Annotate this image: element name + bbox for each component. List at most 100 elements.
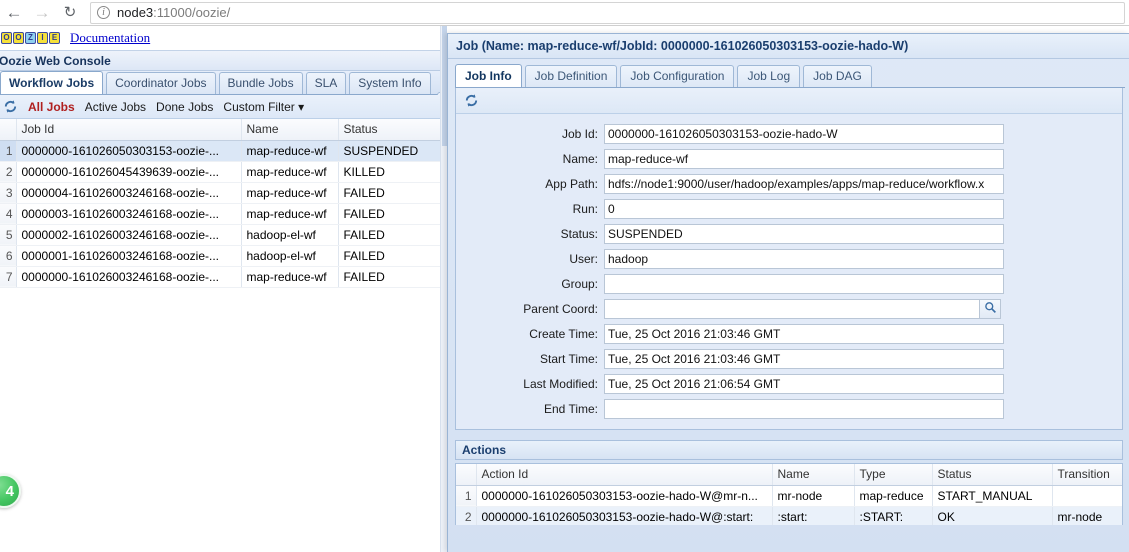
header-job-id[interactable]: Job Id — [16, 119, 242, 141]
table-header-row: Action Id Name Type Status Transition — [456, 464, 1122, 486]
field-row-status: Status: SUSPENDED — [456, 223, 1122, 245]
label-start-time: Start Time: — [539, 352, 598, 366]
cell-job-id[interactable]: 0000004-161026003246168-oozie-... — [16, 182, 242, 204]
reload-button[interactable]: ↻ — [56, 1, 84, 25]
workflow-jobs-table: Job Id Name Status 1 0000000-16102605030… — [0, 119, 447, 288]
label-app-path: App Path: — [545, 177, 598, 191]
filter-all-jobs[interactable]: All Jobs — [28, 100, 75, 114]
documentation-link[interactable]: Documentation — [70, 30, 150, 46]
tab-coordinator-jobs[interactable]: Coordinator Jobs — [106, 72, 216, 94]
parent-coord-search-button[interactable] — [979, 299, 1001, 319]
cell-job-id[interactable]: 0000002-161026003246168-oozie-... — [16, 224, 242, 246]
page-scrollbar[interactable] — [440, 26, 447, 552]
table-row[interactable]: 6 0000001-161026003246168-oozie-... hado… — [0, 245, 447, 267]
cell-name: map-reduce-wf — [241, 182, 339, 204]
cell-job-id[interactable]: 0000003-161026003246168-oozie-... — [16, 203, 242, 225]
filter-custom-filter[interactable]: Custom Filter ▾ — [223, 100, 304, 114]
table-row[interactable]: 2 0000000-161026050303153-oozie-hado-W@:… — [456, 506, 1122, 525]
logo-tile: E — [49, 32, 60, 44]
cell-type: :START: — [854, 506, 933, 525]
tab-job-definition[interactable]: Job Definition — [524, 65, 618, 87]
label-end-time: End Time: — [543, 402, 598, 416]
input-group[interactable] — [604, 274, 1004, 294]
filter-done-jobs[interactable]: Done Jobs — [156, 100, 213, 114]
cell-name: :start: — [772, 506, 855, 525]
header-action-id[interactable]: Action Id — [476, 464, 773, 486]
table-row[interactable]: 7 0000000-161026003246168-oozie-... map-… — [0, 266, 447, 288]
logo-tile: I — [37, 32, 48, 44]
cell-status: OK — [932, 506, 1053, 525]
cell-action-id[interactable]: 0000000-161026050303153-oozie-hado-W@:st… — [476, 506, 773, 525]
row-number: 3 — [0, 182, 17, 204]
table-header-row: Job Id Name Status — [0, 119, 447, 141]
row-number: 2 — [0, 161, 17, 183]
table-row[interactable]: 2 0000000-161026045439639-oozie-... map-… — [0, 161, 447, 183]
row-number: 4 — [0, 203, 17, 225]
row-number: 6 — [0, 245, 17, 267]
jobs-filter-bar: All Jobs Active Jobs Done Jobs Custom Fi… — [0, 95, 447, 119]
input-start-time[interactable]: Tue, 25 Oct 2016 21:03:46 GMT — [604, 349, 1004, 369]
row-number: 5 — [0, 224, 17, 246]
address-bar[interactable]: i node3:11000/oozie/ — [90, 1, 1125, 24]
status-badge[interactable]: 4 — [0, 474, 21, 508]
job-info-toolbar — [456, 88, 1122, 114]
tab-system-info[interactable]: System Info — [349, 72, 431, 94]
cell-name: map-reduce-wf — [241, 203, 339, 225]
filter-active-jobs[interactable]: Active Jobs — [85, 100, 146, 114]
label-user: User: — [569, 252, 598, 266]
input-status[interactable]: SUSPENDED — [604, 224, 1004, 244]
label-status: Status: — [560, 227, 598, 241]
tab-workflow-jobs[interactable]: Workflow Jobs — [0, 71, 104, 94]
header-status[interactable]: Status — [932, 464, 1053, 486]
refresh-icon[interactable] — [3, 99, 18, 114]
cell-job-id[interactable]: 0000000-161026045439639-oozie-... — [16, 161, 242, 183]
field-row-create-time: Create Time: Tue, 25 Oct 2016 21:03:46 G… — [456, 323, 1122, 345]
forward-button[interactable]: → — [28, 1, 56, 25]
label-create-time: Create Time: — [529, 327, 598, 341]
actions-section-title: Actions — [455, 440, 1123, 460]
cell-status: FAILED — [338, 182, 447, 204]
cell-action-id[interactable]: 0000000-161026050303153-oozie-hado-W@mr-… — [476, 485, 773, 507]
tab-job-dag[interactable]: Job DAG — [803, 65, 872, 87]
tab-job-configuration[interactable]: Job Configuration — [620, 65, 735, 87]
row-number: 1 — [456, 485, 477, 507]
search-icon — [984, 301, 997, 317]
header-name[interactable]: Name — [772, 464, 855, 486]
header-status[interactable]: Status — [338, 119, 447, 141]
tab-job-info[interactable]: Job Info — [455, 64, 522, 87]
table-row[interactable]: 5 0000002-161026003246168-oozie-... hado… — [0, 224, 447, 246]
table-row[interactable]: 1 0000000-161026050303153-oozie-hado-W@m… — [456, 485, 1122, 507]
field-row-user: User: hadoop — [456, 248, 1122, 270]
tab-job-log[interactable]: Job Log — [737, 65, 801, 87]
actions-table-wrapper: Action Id Name Type Status Transition 1 … — [455, 463, 1123, 525]
tab-sla[interactable]: SLA — [305, 72, 347, 94]
input-run[interactable]: 0 — [604, 199, 1004, 219]
cell-job-id[interactable]: 0000000-161026050303153-oozie-... — [16, 140, 242, 162]
input-name[interactable]: map-reduce-wf — [604, 149, 1004, 169]
cell-job-id[interactable]: 0000000-161026003246168-oozie-... — [16, 266, 242, 288]
input-app-path[interactable]: hdfs://node1:9000/user/hadoop/examples/a… — [604, 174, 1004, 194]
input-user[interactable]: hadoop — [604, 249, 1004, 269]
cell-job-id[interactable]: 0000001-161026003246168-oozie-... — [16, 245, 242, 267]
input-job-id[interactable]: 0000000-161026050303153-oozie-hado-W — [604, 124, 1004, 144]
table-row[interactable]: 1 0000000-161026050303153-oozie-... map-… — [0, 140, 447, 162]
table-row[interactable]: 3 0000004-161026003246168-oozie-... map-… — [0, 182, 447, 204]
back-button[interactable]: ← — [0, 1, 28, 25]
input-last-modified[interactable]: Tue, 25 Oct 2016 21:06:54 GMT — [604, 374, 1004, 394]
tab-bundle-jobs[interactable]: Bundle Jobs — [218, 72, 303, 94]
header-name[interactable]: Name — [241, 119, 339, 141]
input-parent-coord[interactable] — [604, 299, 979, 319]
jobs-table-header: Job Id Name Status — [0, 119, 447, 141]
header-type[interactable]: Type — [854, 464, 933, 486]
input-end-time[interactable] — [604, 399, 1004, 419]
header-transition[interactable]: Transition — [1052, 464, 1122, 486]
input-create-time[interactable]: Tue, 25 Oct 2016 21:03:46 GMT — [604, 324, 1004, 344]
refresh-icon[interactable] — [464, 93, 479, 108]
info-circle-icon[interactable]: i — [97, 6, 110, 19]
row-number: 1 — [0, 140, 17, 162]
table-row[interactable]: 4 0000003-161026003246168-oozie-... map-… — [0, 203, 447, 225]
label-last-modified: Last Modified: — [523, 377, 598, 391]
browser-toolbar: ← → ↻ i node3:11000/oozie/ — [0, 0, 1129, 26]
cell-status: FAILED — [338, 203, 447, 225]
row-number: 7 — [0, 266, 17, 288]
